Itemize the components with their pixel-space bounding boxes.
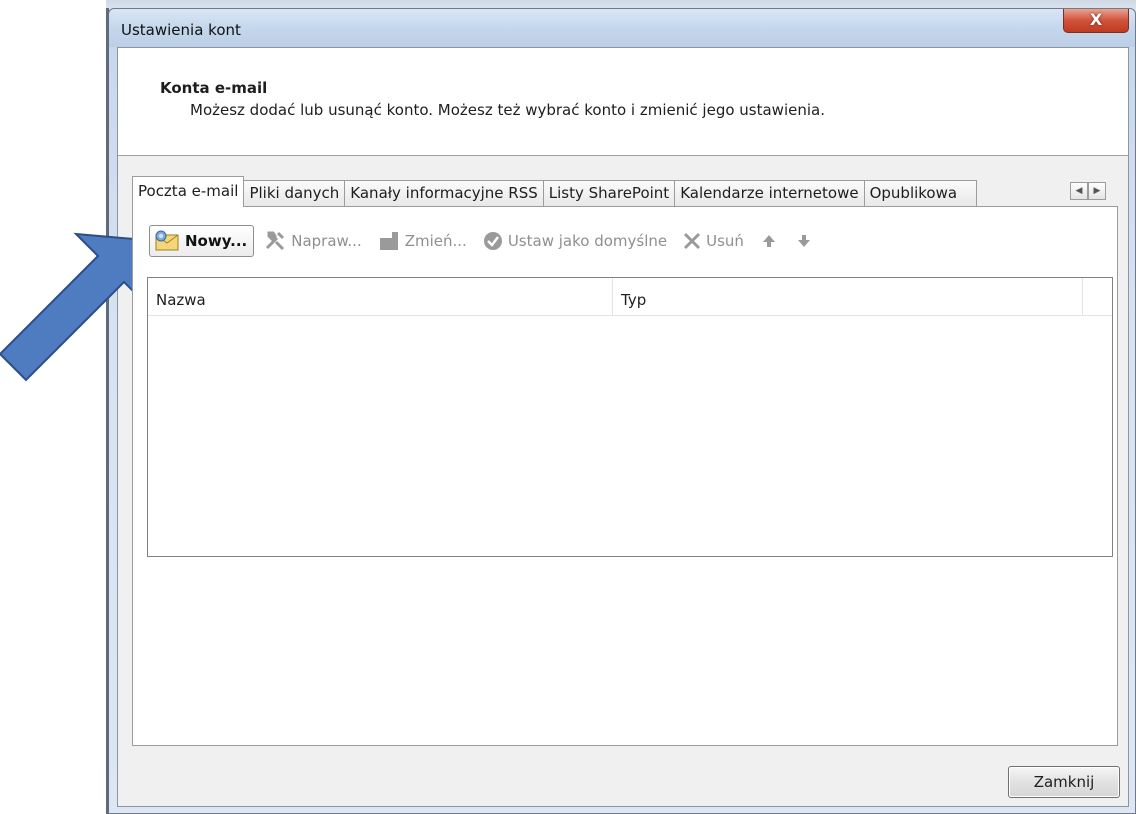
- tab-strip: Poczta e-mail Pliki danych Kanały inform…: [132, 176, 977, 207]
- accounts-list[interactable]: Nazwa Typ: [147, 277, 1113, 557]
- envelope-new-icon: [154, 230, 180, 252]
- folder-change-icon: [378, 230, 400, 252]
- column-header-type[interactable]: Typ: [613, 278, 1083, 316]
- remove-label: Usuń: [706, 232, 744, 250]
- new-account-button[interactable]: Nowy...: [149, 225, 255, 257]
- tab-scroll-controls: ◀ ▶: [1070, 182, 1106, 200]
- tab-email[interactable]: Poczta e-mail: [132, 176, 245, 207]
- email-tab-panel: Nowy... Napraw... Zmień... Ustaw jako do…: [132, 206, 1118, 746]
- column-header-name[interactable]: Nazwa: [148, 278, 613, 316]
- tab-published-calendars[interactable]: Opublikowa: [864, 180, 977, 207]
- new-account-label: Nowy...: [185, 232, 248, 250]
- arrow-up-icon: [762, 234, 776, 248]
- dialog-header: Konta e-mail Możesz dodać lub usunąć kon…: [118, 48, 1128, 156]
- move-down-button[interactable]: [793, 225, 820, 257]
- remove-button[interactable]: Usuń: [677, 225, 750, 257]
- tab-scroll-left-icon[interactable]: ◀: [1070, 182, 1088, 200]
- account-settings-dialog: Ustawienia kont X Konta e-mail Możesz do…: [108, 8, 1136, 814]
- change-button[interactable]: Zmień...: [372, 225, 473, 257]
- header-description: Możesz dodać lub usunąć konto. Możesz te…: [190, 101, 825, 119]
- tab-sharepoint-lists[interactable]: Listy SharePoint: [543, 180, 676, 207]
- x-delete-icon: [683, 232, 701, 250]
- window-title: Ustawienia kont: [121, 21, 241, 39]
- window-left-edge: [106, 8, 109, 814]
- close-window-button[interactable]: X: [1063, 9, 1129, 33]
- list-header: Nazwa Typ: [148, 278, 1112, 316]
- check-circle-icon: [483, 231, 503, 251]
- tab-data-files[interactable]: Pliki danych: [244, 180, 346, 207]
- tools-icon: [264, 230, 286, 252]
- arrow-down-icon: [797, 234, 811, 248]
- dialog-client-area: Konta e-mail Możesz dodać lub usunąć kon…: [117, 47, 1129, 807]
- title-bar: Ustawienia kont X: [109, 9, 1135, 47]
- move-up-button[interactable]: [754, 225, 789, 257]
- tab-scroll-right-icon[interactable]: ▶: [1088, 182, 1106, 200]
- accounts-toolbar: Nowy... Napraw... Zmień... Ustaw jako do…: [149, 225, 824, 257]
- change-label: Zmień...: [404, 232, 467, 250]
- set-default-button[interactable]: Ustaw jako domyślne: [477, 225, 673, 257]
- close-button[interactable]: Zamknij: [1008, 766, 1120, 798]
- tab-internet-calendars[interactable]: Kalendarze internetowe: [675, 180, 865, 207]
- tab-rss-feeds[interactable]: Kanały informacyjne RSS: [345, 180, 544, 207]
- repair-label: Napraw...: [291, 232, 362, 250]
- set-default-label: Ustaw jako domyślne: [507, 232, 668, 250]
- header-title: Konta e-mail: [160, 79, 268, 97]
- repair-button[interactable]: Napraw...: [258, 225, 368, 257]
